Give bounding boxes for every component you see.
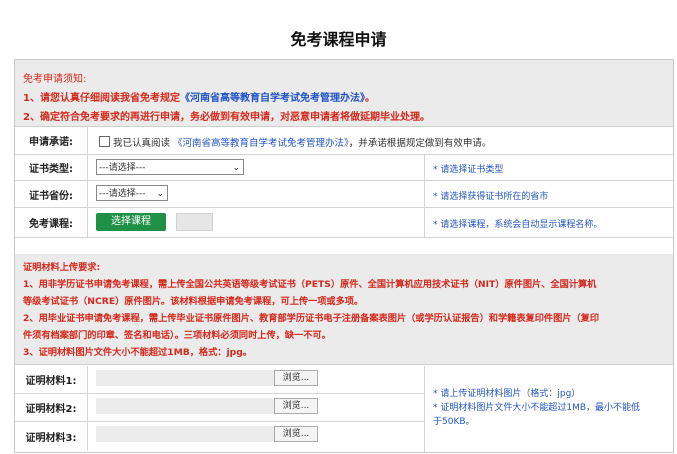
promise-text: 我已认真阅读 《河南省高等教育自学考试免考管理办法》，并承诺根据规定做到有效申请… (99, 135, 491, 149)
promise-checkbox[interactable] (99, 136, 110, 147)
material-2-file-input[interactable] (96, 398, 276, 414)
course-name-display (176, 213, 213, 231)
application-form: 免考申请须知: 1、请您认真仔细阅读我省免考规定《河南省高等教育自学考试免考管理… (14, 59, 674, 453)
chevron-down-icon: ⌄ (156, 189, 164, 199)
upload-req-2b: 件须有档案部门的印章、签名和电话）。三项材料必须同时上传，缺一不可。 (23, 330, 331, 341)
course-label: 免考课程: (15, 208, 88, 237)
upload-req-3: 3、证明材料图片文件大小不能超过1MB，格式：jpg。 (23, 347, 252, 358)
materials-hint: * 请上传证明材料图片（格式：jpg） * 证明材料图片文件大小不能超过1MB，… (433, 389, 641, 427)
notice-heading: 免考申请须知: (23, 74, 87, 85)
upload-req-1a: 1、用非学历证书申请免考课程，需上传全国公共英语等级考试证书（PETS）原件、全… (23, 279, 597, 290)
material-3-label: 证明材料3: (15, 422, 88, 451)
material-3-file-input[interactable] (96, 426, 276, 442)
course-hint: * 请选择课程，系统会自动显示课程名称。 (433, 220, 603, 230)
material-2-label: 证明材料2: (15, 394, 88, 421)
cert-province-hint: * 请选择获得证书所在的省市 (433, 192, 549, 202)
cert-province-row: 证书省份: ---请选择--- ⌄ * 请选择获得证书所在的省市 (15, 181, 673, 208)
cert-province-select[interactable]: ---请选择--- ⌄ (96, 185, 168, 201)
notice-line-2: 2、确定符合免考要求的再进行申请，务必做到有效申请，对恶意申请者将做延期毕业处理… (23, 112, 430, 123)
material-row-2: 证明材料2: 浏览... (15, 394, 424, 422)
cert-type-label: 证书类型: (15, 155, 88, 180)
upload-req-1b: 等级考试证书（NCRE）原件图片。该材料根据申请免考课程，可上传一项或多项。 (23, 296, 364, 307)
material-row-3: 证明材料3: 浏览... (15, 422, 424, 451)
notice-line-1: 1、请您认真仔细阅读我省免考规定《河南省高等教育自学考试免考管理办法》。 (23, 93, 375, 104)
cert-type-hint: * 请选择证书类型 (433, 165, 504, 175)
notice-section: 免考申请须知: 1、请您认真仔细阅读我省免考规定《河南省高等教育自学考试免考管理… (15, 60, 673, 127)
material-1-label: 证明材料1: (15, 366, 88, 393)
upload-requirements-section: 证明材料上传要求: 1、用非学历证书申请免考课程，需上传全国公共英语等级考试证书… (15, 254, 673, 365)
upload-req-2a: 2、用毕业证书申请免考课程，需上传毕业证书原件图片、教育部学历证书电子注册备案表… (23, 313, 600, 324)
cert-type-select[interactable]: ---请选择--- ⌄ (96, 159, 244, 175)
material-2-browse-button[interactable]: 浏览... (274, 398, 318, 414)
material-row-1: 证明材料1: 浏览... (15, 366, 424, 394)
material-1-file-input[interactable] (96, 370, 276, 386)
page-title: 免考课程申请 (290, 30, 387, 49)
cert-province-label: 证书省份: (15, 181, 88, 207)
material-1-browse-button[interactable]: 浏览... (274, 370, 318, 386)
material-3-browse-button[interactable]: 浏览... (274, 426, 318, 442)
promise-regulation-link[interactable]: 《河南省高等教育自学考试免考管理办法》 (173, 138, 349, 149)
chevron-down-icon: ⌄ (232, 163, 240, 173)
upload-heading: 证明材料上传要求: (23, 262, 101, 273)
cert-type-row: 证书类型: ---请选择--- ⌄ * 请选择证书类型 (15, 155, 673, 181)
promise-row: 申请承诺: 我已认真阅读 《河南省高等教育自学考试免考管理办法》，并承诺根据规定… (15, 127, 673, 155)
course-row: 免考课程: 选择课程 * 请选择课程，系统会自动显示课程名称。 (15, 208, 673, 238)
promise-label: 申请承诺: (15, 127, 88, 154)
regulation-link[interactable]: 《河南省高等教育自学考试免考管理办法》 (180, 93, 365, 104)
choose-course-button[interactable]: 选择课程 (96, 213, 166, 231)
